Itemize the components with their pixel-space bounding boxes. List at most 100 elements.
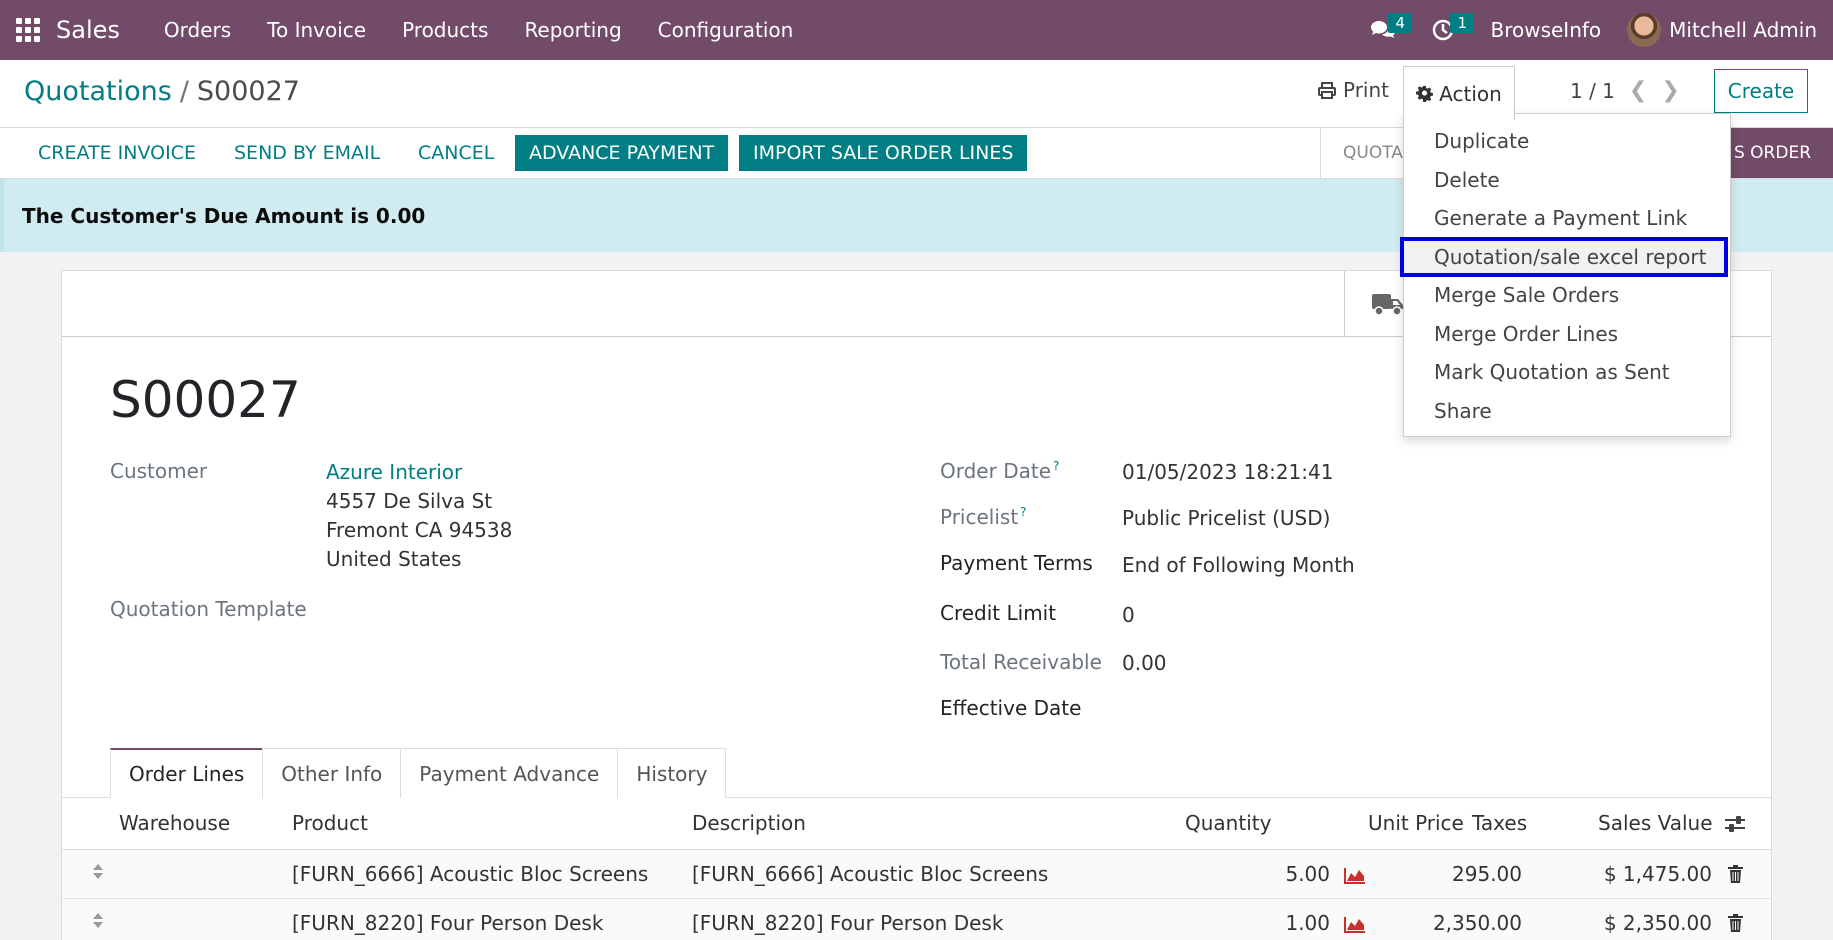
order-date-label: Order Date? [940,459,1059,483]
column-description[interactable]: Description [692,811,806,835]
avatar [1627,13,1662,47]
alert-text: The Customer's Due Amount is 0.00 [22,203,426,228]
drag-handle-icon[interactable] [92,913,104,928]
chevron-right-icon[interactable]: ❯ [1661,78,1679,103]
tab-history[interactable]: History [617,748,727,798]
row-product[interactable]: [FURN_6666] Acoustic Bloc Screens [292,862,648,886]
column-warehouse[interactable]: Warehouse [119,811,230,835]
menu-item-excel-report[interactable]: Quotation/sale excel report [1400,236,1728,277]
form-tabs: Order Lines Other Info Payment Advance H… [110,748,727,798]
column-unit-price[interactable]: Unit Price [1368,811,1464,835]
truck-icon [1372,294,1403,316]
send-by-email-button[interactable]: SEND BY EMAIL [220,135,394,171]
credit-limit-field[interactable]: 0 [1122,603,1135,627]
pricelist-field[interactable]: Public Pricelist (USD) [1122,506,1330,530]
printer-icon [1318,81,1336,99]
company-switcher[interactable]: BrowseInfo [1472,18,1619,42]
column-product[interactable]: Product [292,811,368,835]
top-navbar: Sales Orders To Invoice Products Reporti… [0,0,1833,60]
menu-item-merge-sale-orders[interactable]: Merge Sale Orders [1404,276,1730,315]
help-icon[interactable]: ? [1053,459,1059,473]
user-menu[interactable]: Mitchell Admin [1619,13,1833,47]
delete-line-icon [1728,865,1743,883]
row-unit-price[interactable]: 295.00 [1352,862,1522,886]
quotation-template-label: Quotation Template [110,597,307,621]
create-button[interactable]: Create [1714,69,1808,113]
chevron-left-icon[interactable]: ❮ [1629,78,1647,103]
breadcrumb: Quotations / S00027 [24,76,300,107]
advance-payment-button[interactable]: ADVANCE PAYMENT [515,135,729,171]
customer-label: Customer [110,459,208,483]
activities-button[interactable]: 1 [1414,0,1475,60]
effective-date-label: Effective Date [940,696,1082,720]
pricelist-label: Pricelist? [940,505,1027,529]
order-date-field[interactable]: 01/05/2023 18:21:41 [1122,460,1333,484]
gear-icon [1416,85,1434,102]
customer-address-line: United States [326,547,462,571]
app-name[interactable]: Sales [56,16,120,44]
document-title: S00027 [110,371,301,429]
row-quantity[interactable]: 5.00 [1202,862,1330,886]
breadcrumb-quotations[interactable]: Quotations [24,76,172,107]
sliders-icon [1725,816,1745,832]
row-product[interactable]: [FURN_8220] Four Person Desk [292,911,603,935]
menu-item-generate-payment-link[interactable]: Generate a Payment Link [1404,199,1730,238]
activities-badge: 1 [1450,13,1475,33]
pager-value[interactable]: 1 / 1 [1570,79,1615,103]
print-label: Print [1343,78,1390,102]
row-description[interactable]: [FURN_6666] Acoustic Bloc Screens [692,862,1048,886]
order-lines-header: Warehouse Product Description Quantity U… [62,798,1771,850]
payment-terms-label: Payment Terms [940,551,1093,575]
action-label: Action [1439,81,1502,106]
action-dropdown-menu: Duplicate Delete Generate a Payment Link… [1400,113,1731,437]
tab-order-lines[interactable]: Order Lines [110,748,264,798]
tab-payment-advance[interactable]: Payment Advance [400,748,619,798]
menu-item-mark-quotation-sent[interactable]: Mark Quotation as Sent [1404,353,1730,392]
breadcrumb-separator: / [179,76,189,107]
help-icon[interactable]: ? [1020,505,1026,519]
payment-terms-field[interactable]: End of Following Month [1122,553,1355,577]
action-button[interactable]: Action [1403,66,1515,120]
menu-orders[interactable]: Orders [146,0,249,60]
print-button[interactable]: Print [1318,78,1389,102]
pricelist-label-text: Pricelist [940,505,1019,529]
total-receivable-value: 0.00 [1122,651,1167,675]
drag-handle-icon[interactable] [92,864,104,879]
menu-reporting[interactable]: Reporting [506,0,639,60]
stage-sales-order[interactable]: S ORDER [1718,128,1833,178]
order-date-label-text: Order Date [940,459,1051,483]
cancel-button[interactable]: CANCEL [404,135,508,171]
trash-icon[interactable] [1728,913,1743,937]
table-row[interactable]: [FURN_8220] Four Person Desk [FURN_8220]… [62,899,1771,940]
menu-item-merge-order-lines[interactable]: Merge Order Lines [1404,315,1730,354]
row-unit-price[interactable]: 2,350.00 [1352,911,1522,935]
customer-address-line: 4557 De Silva St [326,489,493,513]
customer-name-link[interactable]: Azure Interior [326,460,462,484]
pager: 1 / 1 ❮ ❯ [1570,78,1680,103]
stage-quotation[interactable]: QUOTA [1320,128,1403,178]
menu-to-invoice[interactable]: To Invoice [249,0,384,60]
breadcrumb-current: S00027 [196,76,300,107]
table-row[interactable]: [FURN_6666] Acoustic Bloc Screens [FURN_… [62,850,1771,899]
optional-columns-icon[interactable] [1724,814,1746,838]
row-description[interactable]: [FURN_8220] Four Person Desk [692,911,1003,935]
row-quantity[interactable]: 1.00 [1202,911,1330,935]
column-taxes[interactable]: Taxes [1472,811,1527,835]
create-invoice-button[interactable]: CREATE INVOICE [24,135,210,171]
delete-line-icon [1728,914,1743,932]
menu-products[interactable]: Products [384,0,506,60]
total-receivable-label: Total Receivable [940,650,1102,674]
column-quantity[interactable]: Quantity [1185,811,1271,835]
menu-item-delete[interactable]: Delete [1404,161,1730,200]
messages-badge: 4 [1388,13,1413,33]
apps-menu-icon[interactable] [0,0,56,60]
user-name: Mitchell Admin [1669,18,1817,42]
menu-item-duplicate[interactable]: Duplicate [1404,122,1730,161]
tab-other-info[interactable]: Other Info [262,748,402,798]
messages-button[interactable]: 4 [1352,0,1414,60]
import-sale-order-lines-button[interactable]: IMPORT SALE ORDER LINES [739,135,1028,171]
trash-icon[interactable] [1728,864,1743,888]
column-sales-value[interactable]: Sales Value [1598,811,1713,835]
menu-item-share[interactable]: Share [1404,392,1730,431]
menu-configuration[interactable]: Configuration [640,0,812,60]
